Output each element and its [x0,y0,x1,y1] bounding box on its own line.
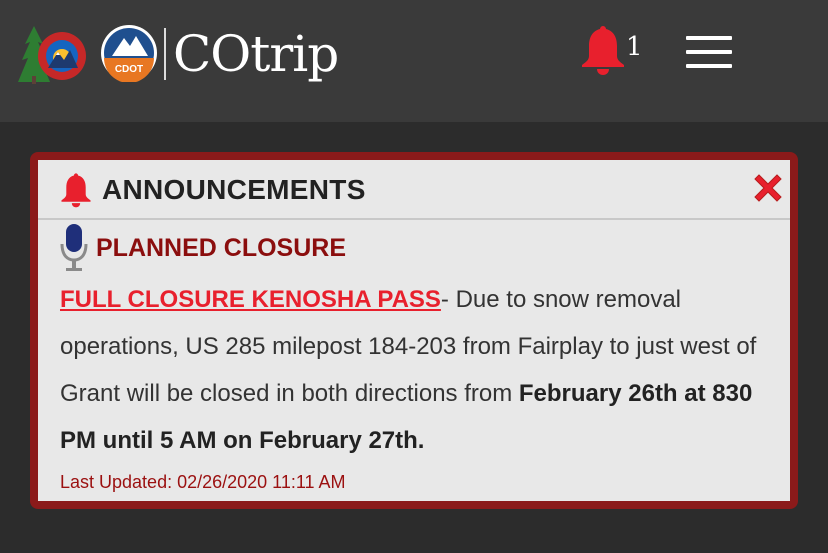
closure-category: PLANNED CLOSURE [96,234,347,262]
bell-icon [61,173,91,208]
hamburger-menu-icon [686,36,732,40]
microphone-icon [60,224,88,271]
colorado-logo-icon [18,26,86,84]
hamburger-menu-icon-line [686,64,732,68]
notification-count: 1 [626,32,643,62]
cdot-logo-icon: CDOT [101,25,157,82]
hamburger-menu-icon-line [686,50,732,54]
announcement-panel-body: ANNOUNCEMENTS PLANNED CLOSURE FULL CLOSU… [38,160,790,501]
kenosha-pass-closure-link[interactable]: FULL CLOSURE KENOSHA PASS [60,286,441,313]
announcement-header: ANNOUNCEMENTS [38,160,790,220]
announcement-panel: ANNOUNCEMENTS PLANNED CLOSURE FULL CLOSU… [30,152,798,509]
logo-divider [164,28,166,80]
close-icon[interactable] [750,170,786,206]
announcement-text: FULL CLOSURE KENOSHA PASS- Due to snow r… [60,276,790,464]
cotrip-home-logo[interactable]: CDOT COtrip [12,22,352,88]
top-navbar: CDOT COtrip 1 [0,0,828,122]
notifications-button[interactable]: 1 [576,24,648,80]
hamburger-menu-button[interactable] [686,36,732,70]
last-updated: Last Updated: 02/26/2020 11:11 AM [60,472,346,492]
cdot-logo-text: CDOT [115,64,143,75]
main-content: ANNOUNCEMENTS PLANNED CLOSURE FULL CLOSU… [0,122,828,553]
announcements-title: ANNOUNCEMENTS [102,174,366,205]
brand-name: COtrip [173,25,339,83]
bell-icon [582,26,624,75]
